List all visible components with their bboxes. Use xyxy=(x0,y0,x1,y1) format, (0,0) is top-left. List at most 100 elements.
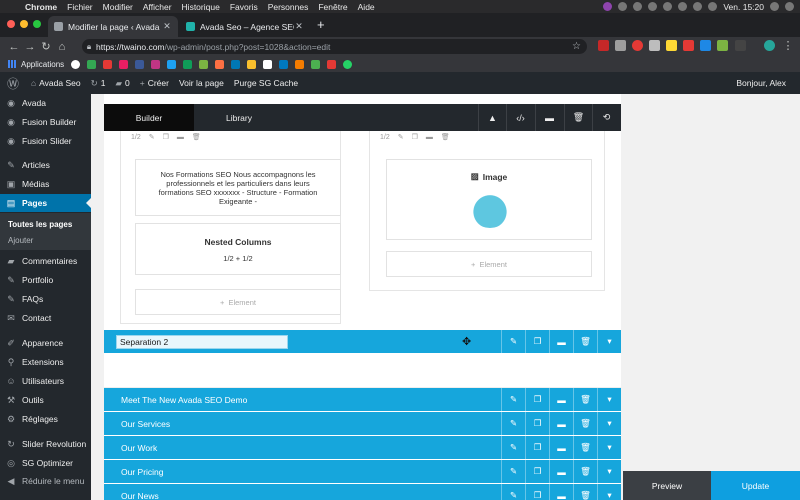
lock-icon[interactable]: 🔒︎ xyxy=(82,42,96,52)
sidebar-item-outils[interactable]: ⚒ Outils xyxy=(0,391,91,409)
sidebar-item-utilisateurs[interactable]: ☺ Utilisateurs xyxy=(0,372,91,390)
column-size[interactable]: 1/2 xyxy=(131,134,141,141)
sidebar-item-reglages[interactable]: ⚙ Réglages xyxy=(0,410,91,428)
menu-fichier[interactable]: Fichier xyxy=(62,2,98,12)
tab-edit-page[interactable]: Modifier la page ‹ Avada Seo – ✕ xyxy=(48,16,178,37)
menu-fenetre[interactable]: Fenêtre xyxy=(313,2,352,12)
delete-icon[interactable]: 🗑︎ xyxy=(192,133,201,141)
update-button[interactable]: Update xyxy=(711,471,800,500)
extension-icon[interactable] xyxy=(598,40,609,51)
text-block-element[interactable]: Nos Formations SEO Nous accompagnons les… xyxy=(135,159,341,216)
delete-icon[interactable]: 🗑︎ xyxy=(573,330,597,353)
edit-icon[interactable]: ✎ xyxy=(149,133,155,141)
admin-bar-updates[interactable]: ↻ 1 xyxy=(86,78,111,89)
submenu-add-page[interactable]: Ajouter xyxy=(8,236,33,245)
submenu-all-pages[interactable]: Toutes les pages xyxy=(8,220,72,229)
sidebar-item-portfolio[interactable]: ✎ Portfolio xyxy=(0,271,91,289)
clone-icon[interactable]: ❐ xyxy=(525,330,549,353)
delete-icon[interactable]: 🗑︎ xyxy=(573,484,597,500)
clone-icon[interactable]: ❐ xyxy=(525,412,549,435)
preview-button[interactable]: Preview xyxy=(623,471,711,500)
clone-icon[interactable]: ❐ xyxy=(525,484,549,500)
collapse-all-icon[interactable]: ▲ xyxy=(478,104,506,131)
admin-bar-comments[interactable]: ▰ 0 xyxy=(110,78,134,89)
sidebar-item-slider-revolution[interactable]: ↻ Slider Revolution xyxy=(0,435,91,453)
instagram-bookmark-icon[interactable] xyxy=(151,59,161,69)
menu-personnes[interactable]: Personnes xyxy=(263,2,314,12)
container-row[interactable]: Our News ✎ ❐ ▬ 🗑︎ ▾ xyxy=(104,484,621,500)
admin-bar-new[interactable]: + Créer xyxy=(135,78,174,88)
sidebar-item-avada[interactable]: ◉ Avada xyxy=(0,94,91,112)
wordpress-icon[interactable]: Ⓦ xyxy=(0,75,26,92)
bookmark-icon[interactable] xyxy=(311,59,321,69)
save-icon[interactable]: ▬ xyxy=(549,436,573,459)
tab-builder[interactable]: Builder xyxy=(104,104,194,136)
image-element[interactable]: ▨ Image xyxy=(386,159,592,240)
container-row[interactable]: Our Pricing ✎ ❐ ▬ 🗑︎ ▾ xyxy=(104,460,621,483)
edit-icon[interactable]: ✎ xyxy=(501,484,525,500)
save-icon[interactable]: ▬ xyxy=(549,412,573,435)
twitter-bookmark-icon[interactable] xyxy=(167,59,177,69)
extension-icon[interactable] xyxy=(666,40,677,51)
container-name-input[interactable]: Separation 2 xyxy=(116,335,288,349)
home-icon[interactable]: ⌂ xyxy=(54,41,70,53)
edit-icon[interactable]: ✎ xyxy=(501,436,525,459)
tab-avada-seo[interactable]: Avada Seo – Agence SEO ✕ xyxy=(180,16,310,37)
bookmark-icon[interactable] xyxy=(327,59,337,69)
code-icon[interactable]: ‹/› xyxy=(506,104,534,131)
cloud-icon[interactable] xyxy=(648,2,658,11)
chrome-menu-icon[interactable]: ⋮ xyxy=(780,39,796,52)
analytics-bookmark-icon[interactable] xyxy=(295,59,305,69)
flag-icon[interactable] xyxy=(693,2,703,11)
github-icon[interactable] xyxy=(618,2,628,11)
whatsapp-bookmark-icon[interactable] xyxy=(343,59,353,69)
delete-icon[interactable]: 🗑︎ xyxy=(573,436,597,459)
chevron-down-icon[interactable]: ▾ xyxy=(597,388,621,411)
status-app-icon[interactable] xyxy=(603,2,613,11)
extension-icon[interactable] xyxy=(683,40,694,51)
chevron-down-icon[interactable]: ▾ xyxy=(597,436,621,459)
sidebar-item-fusion-slider[interactable]: ◉ Fusion Slider xyxy=(0,132,91,150)
new-tab-button[interactable]: + xyxy=(317,17,325,32)
column-size[interactable]: 1/2 xyxy=(380,134,390,141)
edit-icon[interactable]: ✎ xyxy=(398,133,404,141)
profile-avatar[interactable] xyxy=(764,40,775,51)
container-row[interactable]: Our Services ✎ ❐ ▬ 🗑︎ ▾ xyxy=(104,412,621,435)
pinterest-icon[interactable] xyxy=(632,40,643,51)
sidebar-item-medias[interactable]: ▣ Médias xyxy=(0,175,91,193)
trello-bookmark-icon[interactable] xyxy=(279,59,289,69)
extension-icon[interactable] xyxy=(615,40,626,51)
edit-icon[interactable]: ✎ xyxy=(501,330,525,353)
container-row-separation[interactable]: Separation 2 ✥ ✎ ❐ ▬ 🗑︎ ▾ xyxy=(104,330,621,353)
extension-icon[interactable] xyxy=(717,40,728,51)
battery-icon[interactable] xyxy=(708,2,718,11)
extension-icon[interactable] xyxy=(735,40,746,51)
sidebar-item-articles[interactable]: ✎ Articles xyxy=(0,156,91,174)
menu-modifier[interactable]: Modifier xyxy=(98,2,138,12)
clone-icon[interactable]: ❐ xyxy=(525,388,549,411)
admin-bar-greeting[interactable]: Bonjour, Alex xyxy=(736,78,786,88)
sidebar-collapse-menu[interactable]: ◀ Réduire le menu xyxy=(0,472,91,490)
clone-icon[interactable]: ❐ xyxy=(163,133,169,141)
sidebar-item-faqs[interactable]: ✎ FAQs xyxy=(0,290,91,308)
menu-historique[interactable]: Historique xyxy=(177,2,225,12)
history-icon[interactable]: ⟲ xyxy=(592,104,620,131)
bookmark-icon[interactable] xyxy=(87,59,97,69)
edit-icon[interactable]: ✎ xyxy=(501,460,525,483)
sidebar-item-apparence[interactable]: ✐ Apparence xyxy=(0,334,91,352)
save-icon[interactable]: ▬ xyxy=(549,484,573,500)
bookmark-icon[interactable] xyxy=(215,59,225,69)
save-icon[interactable]: ▬ xyxy=(426,134,433,141)
wifi-icon[interactable] xyxy=(678,2,688,11)
sidebar-item-extensions[interactable]: ⚲ Extensions xyxy=(0,353,91,371)
add-element-button[interactable]: + Element xyxy=(386,251,592,277)
close-tab-icon[interactable]: ✕ xyxy=(294,21,304,32)
menu-afficher[interactable]: Afficher xyxy=(138,2,177,12)
sidebar-item-sg-optimizer[interactable]: ◎ SG Optimizer xyxy=(0,454,91,472)
youtube-bookmark-icon[interactable] xyxy=(103,59,113,69)
save-icon[interactable]: ▬ xyxy=(549,388,573,411)
menu-aide[interactable]: Aide xyxy=(353,2,380,12)
edit-icon[interactable]: ✎ xyxy=(501,388,525,411)
volume-icon[interactable] xyxy=(663,2,673,11)
save-template-icon[interactable]: ▬ xyxy=(535,104,563,131)
